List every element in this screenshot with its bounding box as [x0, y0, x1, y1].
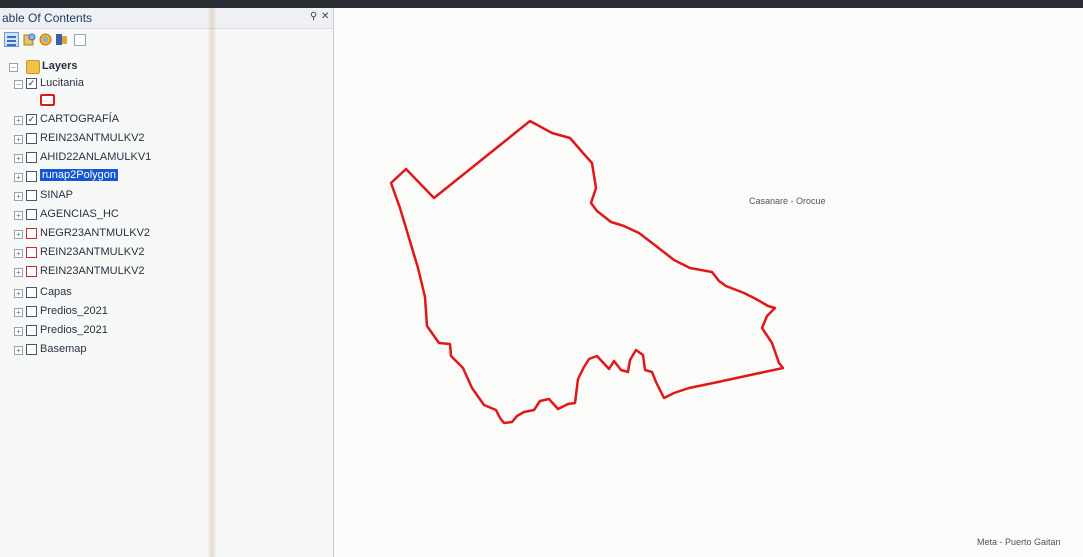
layer-row[interactable]: + SINAP [0, 187, 320, 205]
boundary-polygon[interactable] [389, 119, 785, 425]
layer-visibility-checkbox[interactable] [26, 228, 37, 239]
layer-visibility-checkbox[interactable] [26, 344, 37, 355]
toc-title: able Of Contents [2, 11, 93, 25]
layers-label: Layers [42, 60, 78, 72]
map-label-meta: Meta - Puerto Gaitan [977, 537, 1061, 547]
layer-name: SINAP [40, 189, 74, 201]
close-icon[interactable]: ✕ [321, 11, 329, 22]
layer-row[interactable]: + ✓ CARTOGRAFÍA [0, 111, 320, 129]
list-by-visibility-icon[interactable] [38, 32, 53, 47]
layer-row[interactable]: + Capas [0, 284, 320, 302]
layer-row[interactable]: + AHID22ANLAMULKV1 [0, 149, 320, 167]
list-by-source-icon[interactable] [22, 32, 37, 47]
layer-visibility-checkbox[interactable]: ✓ [26, 78, 37, 89]
expand-icon[interactable]: + [14, 211, 23, 220]
layer-name: Lucitania [40, 77, 85, 89]
list-by-drawing-order-icon[interactable] [4, 32, 19, 47]
table-of-contents-panel: able Of Contents ⚲ ✕ − Layers − ✓ Lucita… [0, 8, 333, 557]
layer-row[interactable]: + Predios_2021 [0, 303, 320, 321]
layer-visibility-checkbox[interactable] [26, 287, 37, 298]
layer-name: NEGR23ANTMULKV2 [40, 227, 151, 239]
map-canvas[interactable] [334, 8, 1083, 557]
expand-icon[interactable]: + [14, 327, 23, 336]
expand-icon[interactable]: + [14, 249, 23, 258]
expand-icon[interactable]: + [14, 289, 23, 298]
map-view[interactable]: Casanare - Orocue Meta - Puerto Gaitan [333, 8, 1083, 557]
expand-icon[interactable]: + [14, 154, 23, 163]
layer-name: AHID22ANLAMULKV1 [40, 151, 152, 163]
expand-icon[interactable]: + [14, 173, 23, 182]
layer-row-selected[interactable]: + runap2Polygon [0, 168, 320, 186]
layer-name: REIN23ANTMULKV2 [40, 132, 145, 144]
layer-name: Predios_2021 [40, 324, 108, 336]
layer-visibility-checkbox[interactable] [26, 266, 37, 277]
layer-name: Capas [40, 286, 72, 298]
layer-name: Predios_2021 [40, 305, 108, 317]
layer-visibility-checkbox[interactable] [26, 171, 37, 182]
layer-row[interactable]: + REIN23ANTMULKV2 [0, 244, 320, 262]
layer-visibility-checkbox[interactable] [26, 209, 37, 220]
layer-row[interactable]: + REIN23ANTMULKV2 [0, 130, 320, 148]
options-icon[interactable] [74, 34, 86, 46]
layer-row[interactable]: + REIN23ANTMULKV2 [0, 263, 320, 281]
list-by-selection-icon[interactable] [54, 32, 69, 47]
collapse-icon[interactable]: − [14, 80, 23, 89]
layer-name: CARTOGRAFÍA [40, 113, 120, 125]
panel-splitter[interactable] [207, 8, 217, 557]
layer-visibility-checkbox[interactable] [26, 247, 37, 258]
expand-icon[interactable]: + [14, 308, 23, 317]
layer-row[interactable]: + AGENCIAS_HC [0, 206, 320, 224]
layer-name: runap2Polygon [40, 169, 119, 181]
layer-row[interactable]: + Basemap [0, 341, 320, 359]
toc-toolbar [0, 29, 333, 51]
layer-visibility-checkbox[interactable] [26, 325, 37, 336]
collapse-icon[interactable]: − [9, 63, 18, 72]
layer-visibility-checkbox[interactable] [26, 133, 37, 144]
layer-visibility-checkbox[interactable] [26, 190, 37, 201]
layer-visibility-checkbox[interactable]: ✓ [26, 114, 37, 125]
layer-row[interactable]: + NEGR23ANTMULKV2 [0, 225, 320, 243]
layer-name: AGENCIAS_HC [40, 208, 119, 220]
layer-row[interactable]: − ✓ Lucitania [0, 75, 320, 93]
tree-root-layers[interactable]: − Layers [0, 58, 320, 76]
expand-icon[interactable]: + [14, 116, 23, 125]
expand-icon[interactable]: + [14, 192, 23, 201]
expand-icon[interactable]: + [14, 230, 23, 239]
polygon-symbol-icon [40, 94, 55, 106]
layer-name: REIN23ANTMULKV2 [40, 265, 145, 277]
expand-icon[interactable]: + [14, 268, 23, 277]
layer-visibility-checkbox[interactable] [26, 306, 37, 317]
layer-visibility-checkbox[interactable] [26, 152, 37, 163]
layers-folder-icon [26, 60, 40, 74]
toc-titlebar: able Of Contents ⚲ ✕ [0, 8, 333, 29]
window-top-strip [0, 0, 1083, 8]
layer-name: Basemap [40, 343, 87, 355]
layer-legend-row [0, 92, 320, 110]
map-label-casanare: Casanare - Orocue [749, 196, 826, 206]
layer-row[interactable]: + Predios_2021 [0, 322, 320, 340]
expand-icon[interactable]: + [14, 346, 23, 355]
layer-name: REIN23ANTMULKV2 [40, 246, 145, 258]
expand-icon[interactable]: + [14, 135, 23, 144]
pin-icon[interactable]: ⚲ [310, 11, 317, 22]
